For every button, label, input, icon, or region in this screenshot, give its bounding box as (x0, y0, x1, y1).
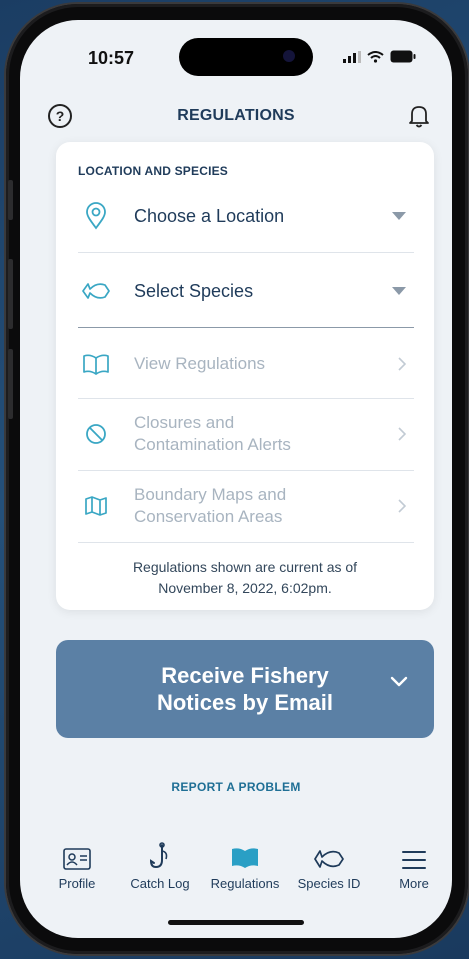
profile-card-icon (63, 848, 91, 870)
divider (78, 327, 414, 328)
signal-icon (343, 50, 361, 63)
fishing-hook-icon (149, 842, 168, 869)
side-button (8, 259, 13, 329)
boundary-label-line2: Conservation Areas (134, 507, 283, 526)
phone-screen: 10:57 ? REGULATIONS LOCATION AND SPECIES… (20, 20, 452, 938)
section-label: LOCATION AND SPECIES (78, 164, 229, 178)
receive-notices-label: Receive Fishery Notices by Email (116, 662, 374, 716)
location-species-card: LOCATION AND SPECIES Choose a Location S… (56, 142, 434, 610)
closures-label-line2: Contamination Alerts (134, 435, 291, 454)
divider (78, 252, 414, 253)
receive-notices-line1: Receive Fishery (161, 663, 329, 688)
location-label: Choose a Location (134, 205, 285, 226)
map-icon (85, 496, 107, 516)
wifi-icon (367, 50, 384, 63)
caret-down-icon (392, 212, 406, 220)
view-regulations-row[interactable]: View Regulations (78, 350, 414, 378)
tab-label: Regulations (210, 876, 280, 891)
dynamic-island (179, 38, 313, 76)
book-outline-icon (83, 354, 109, 375)
bell-icon[interactable] (408, 104, 430, 128)
chevron-right-icon (398, 499, 406, 513)
tab-label: Profile (58, 876, 96, 891)
prohibited-icon (86, 424, 106, 444)
tab-bar: Profile Catch Log Regulations Species ID… (20, 840, 452, 900)
tab-label: Catch Log (130, 876, 190, 891)
menu-icon (402, 851, 426, 869)
fish-icon (82, 283, 110, 299)
battery-icon (390, 50, 416, 63)
boundary-label-line1: Boundary Maps and (134, 485, 287, 504)
location-pin-icon (86, 202, 106, 230)
side-button (8, 349, 13, 419)
divider (78, 398, 414, 399)
receive-notices-button[interactable]: Receive Fishery Notices by Email (56, 640, 434, 738)
closures-alerts-row[interactable]: Closures and Contamination Alerts (78, 412, 414, 456)
report-problem-link[interactable]: REPORT A PROBLEM (20, 780, 452, 794)
divider (78, 470, 414, 471)
tab-catch-log[interactable]: Catch Log (115, 840, 205, 891)
tab-profile[interactable]: Profile (32, 840, 122, 891)
footnote-line1: Regulations shown are current as of (132, 559, 358, 575)
tab-more[interactable]: More (369, 840, 452, 891)
boundary-maps-row[interactable]: Boundary Maps and Conservation Areas (78, 484, 414, 528)
tab-species-id[interactable]: Species ID (284, 840, 374, 891)
page-title: REGULATIONS (177, 107, 295, 124)
side-button (8, 180, 13, 220)
closures-label-line1: Closures and (134, 413, 235, 432)
tab-label: Species ID (297, 876, 361, 891)
caret-down-icon (392, 287, 406, 295)
choose-location-dropdown[interactable]: Choose a Location (78, 202, 414, 230)
regulations-timestamp-note: Regulations shown are current as of Nove… (56, 557, 434, 599)
divider (78, 542, 414, 543)
chevron-right-icon (398, 427, 406, 441)
camera-icon (283, 50, 295, 62)
status-bar: 10:57 (20, 20, 452, 80)
home-indicator[interactable] (168, 920, 304, 925)
chevron-down-icon (390, 676, 408, 687)
tab-label: More (399, 876, 429, 891)
chevron-right-icon (398, 357, 406, 371)
status-time: 10:57 (88, 48, 135, 68)
fish-outline-icon (314, 850, 344, 868)
view-regulations-label: View Regulations (134, 354, 266, 373)
select-species-dropdown[interactable]: Select Species (78, 277, 414, 305)
receive-notices-line2: Notices by Email (156, 690, 334, 715)
page-header: ? REGULATIONS (20, 104, 452, 140)
book-icon (232, 848, 258, 868)
tab-regulations[interactable]: Regulations (200, 840, 290, 891)
status-icons (343, 50, 416, 63)
footnote-line2: November 8, 2022, 6:02pm. (158, 580, 332, 596)
species-label: Select Species (134, 280, 254, 301)
